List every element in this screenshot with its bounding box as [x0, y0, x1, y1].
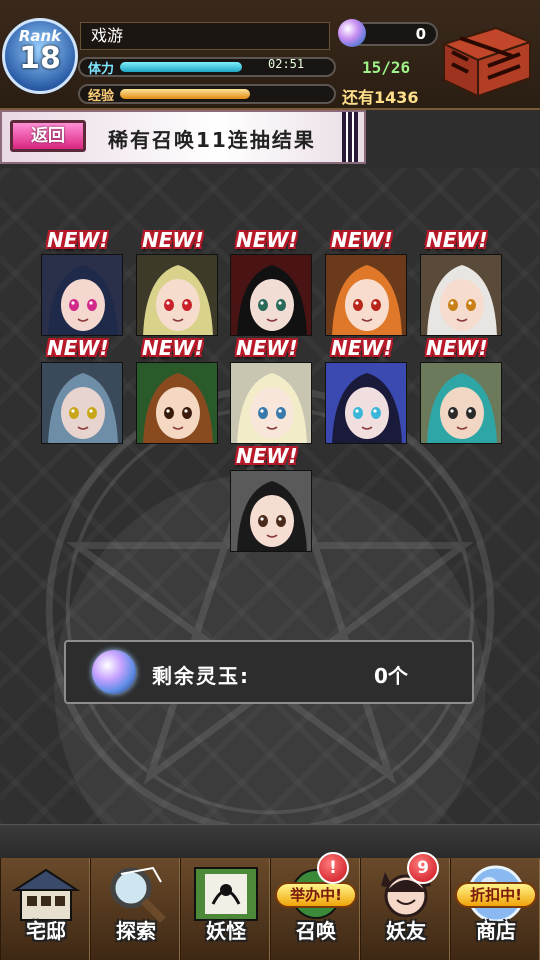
exp-bar: 经验 — [78, 84, 336, 104]
character-portrait — [230, 254, 312, 336]
summon-alert-badge: ! — [317, 852, 349, 884]
treasure-chest-icon[interactable] — [438, 22, 534, 100]
rank-value: 18 — [19, 41, 61, 76]
nav-label-summon: 召唤 — [296, 919, 336, 943]
new-tag: NEW! — [47, 336, 109, 360]
result-title-bar: 返回 稀有召唤11连抽结果 — [0, 110, 366, 164]
back-button[interactable]: 返回 — [10, 120, 86, 152]
event-tag: 举办中! — [275, 882, 357, 908]
remaining-gems-value: 0个 — [374, 664, 408, 688]
result-card[interactable]: NEW! — [420, 228, 502, 336]
character-portrait — [230, 362, 312, 444]
character-portrait — [325, 254, 407, 336]
character-portrait — [230, 470, 312, 552]
nav-friends[interactable]: 9 妖友 — [360, 852, 450, 960]
new-tag: NEW! — [426, 336, 488, 360]
result-card[interactable]: NEW! — [230, 444, 312, 552]
title-decoration — [342, 112, 358, 162]
character-portrait — [41, 362, 123, 444]
nav-label-shop: 商店 — [476, 919, 516, 943]
nav-label-explore: 探索 — [116, 919, 156, 943]
result-card[interactable]: NEW! — [325, 336, 407, 444]
spirit-gem-icon — [92, 650, 136, 694]
exp-remaining: 还有1436 — [342, 88, 419, 107]
new-tag: NEW! — [331, 228, 393, 252]
stamina-timer: 02:51 — [268, 57, 305, 71]
remaining-gems-label: 剩余灵玉: — [152, 664, 250, 688]
result-card[interactable]: NEW! — [420, 336, 502, 444]
character-portrait — [420, 362, 502, 444]
exp-label: 经验 — [88, 89, 115, 104]
status-header: Rank 18 戏游 体力 02:51 经验 0 15/26 还有1436 — [0, 0, 540, 110]
new-tag: NEW! — [142, 228, 204, 252]
new-tag: NEW! — [331, 336, 393, 360]
sale-tag: 折扣中! — [455, 882, 537, 908]
result-card[interactable]: NEW! — [136, 336, 218, 444]
character-portrait — [420, 254, 502, 336]
result-card[interactable]: NEW! — [230, 336, 312, 444]
stamina-label: 体力 — [88, 62, 115, 77]
character-portrait — [325, 362, 407, 444]
bottom-nav: 宅邸 探索 妖怪 举办中! ! 召唤 9 妖友 折扣中! 商店 — [0, 852, 540, 960]
character-portrait — [136, 254, 218, 336]
result-card[interactable]: NEW! — [230, 228, 312, 336]
nav-shop[interactable]: 折扣中! 商店 — [450, 858, 540, 960]
new-tag: NEW! — [142, 336, 204, 360]
exp-fill — [120, 89, 250, 99]
new-tag: NEW! — [236, 444, 298, 468]
stamina-bar: 体力 02:51 — [78, 57, 336, 77]
player-name: 戏游 — [80, 22, 330, 50]
stamina-fill — [120, 62, 242, 72]
gem-counter[interactable]: 0 — [338, 19, 438, 47]
nav-summon[interactable]: 举办中! ! 召唤 — [270, 852, 360, 960]
nav-label-mansion: 宅邸 — [26, 919, 66, 943]
remaining-gems-panel: 剩余灵玉: 0个 — [64, 640, 474, 704]
page-title: 稀有召唤11连抽结果 — [108, 128, 316, 152]
nav-explore[interactable]: 探索 — [90, 858, 180, 960]
result-card[interactable]: NEW! — [41, 228, 123, 336]
result-card[interactable]: NEW! — [136, 228, 218, 336]
rank-badge[interactable]: Rank 18 — [2, 18, 78, 94]
result-card[interactable]: NEW! — [41, 336, 123, 444]
character-portrait — [41, 254, 123, 336]
bottom-divider — [0, 824, 540, 859]
stamina-count: 15/26 — [362, 58, 411, 77]
new-tag: NEW! — [236, 336, 298, 360]
nav-label-friends: 妖友 — [386, 919, 426, 943]
character-portrait — [136, 362, 218, 444]
gem-count: 0 — [415, 25, 426, 43]
new-tag: NEW! — [236, 228, 298, 252]
nav-mansion[interactable]: 宅邸 — [0, 858, 90, 960]
new-tag: NEW! — [47, 228, 109, 252]
nav-youkai[interactable]: 妖怪 — [180, 858, 270, 960]
result-card[interactable]: NEW! — [325, 228, 407, 336]
nav-label-youkai: 妖怪 — [206, 919, 246, 943]
spirit-gem-icon — [338, 19, 366, 47]
new-tag: NEW! — [426, 228, 488, 252]
friend-count-badge: 9 — [407, 852, 439, 884]
